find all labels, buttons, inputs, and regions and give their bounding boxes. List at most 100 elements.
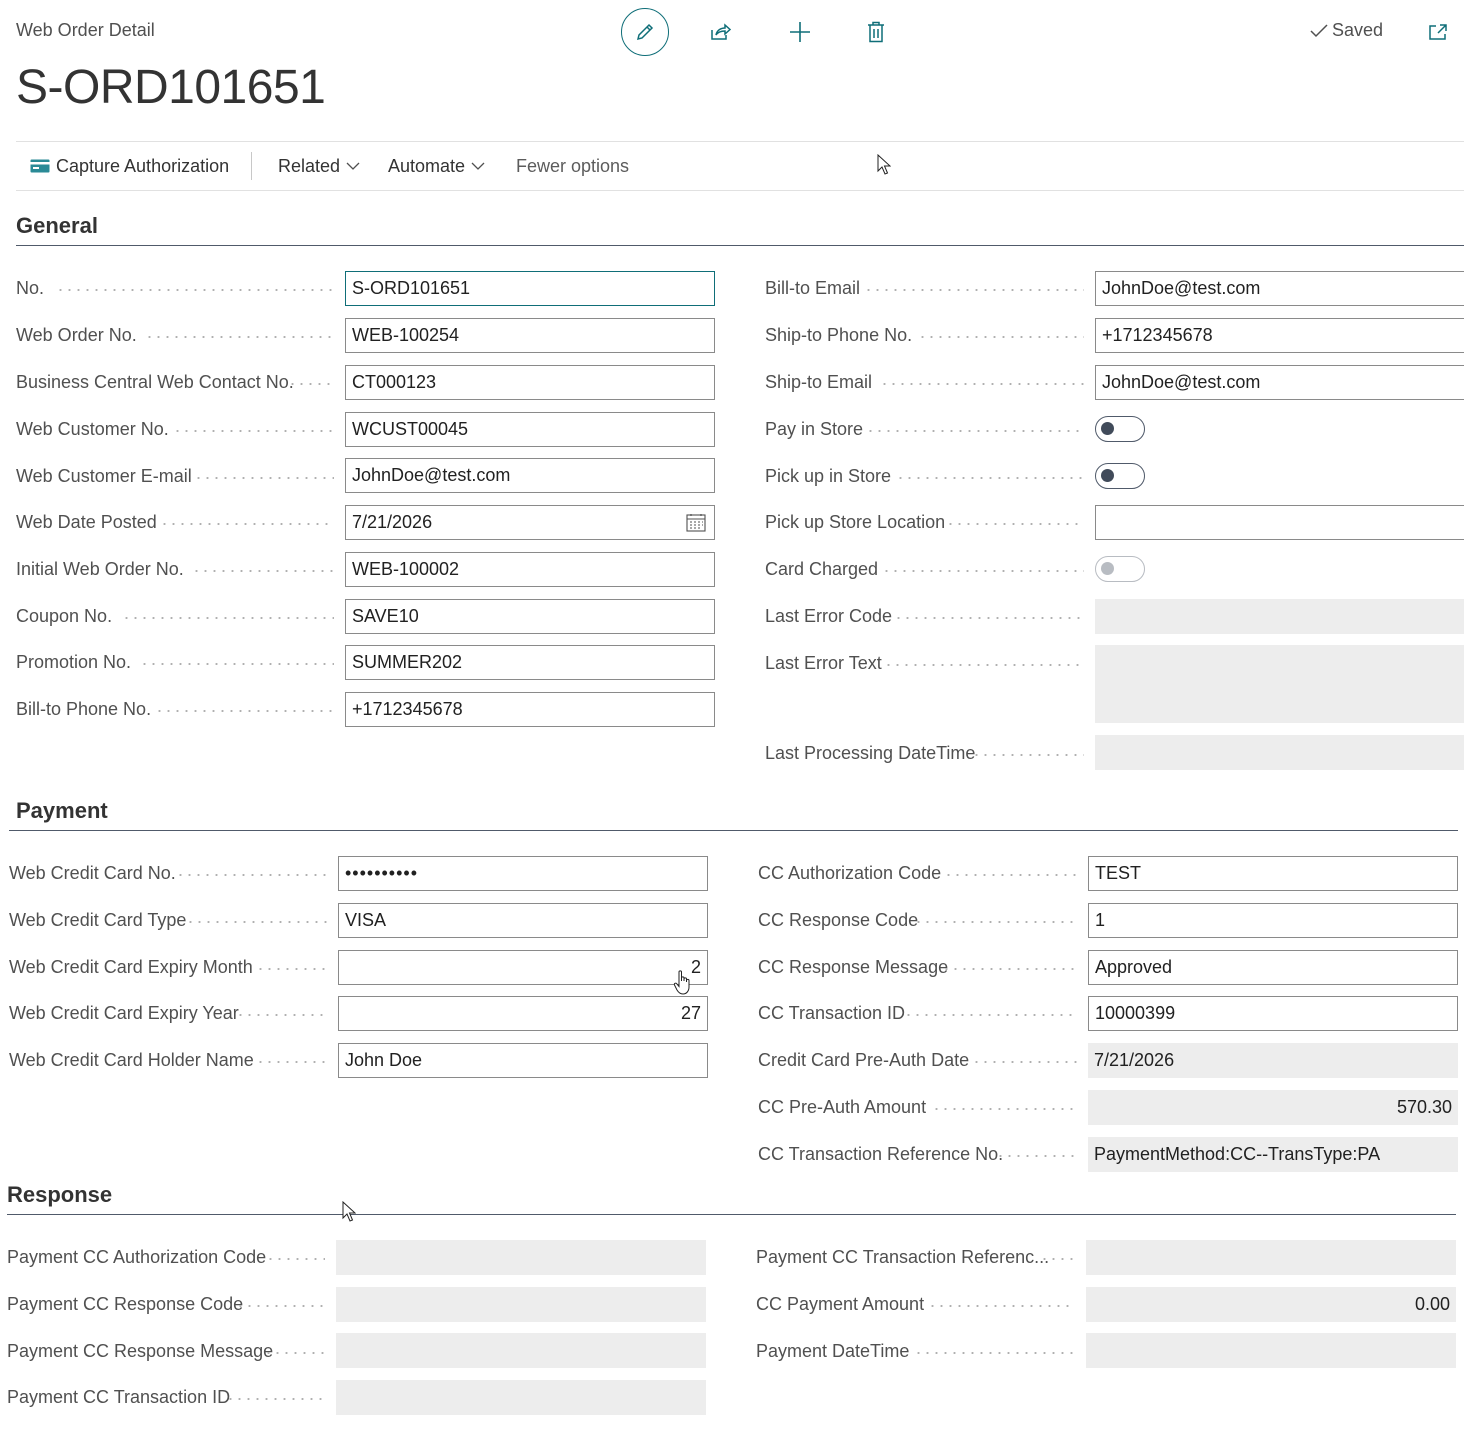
label-leader <box>173 430 334 432</box>
field-bc-web-contact-no[interactable]: CT000123 <box>345 365 715 400</box>
field-web-credit-card-type[interactable]: VISA <box>338 903 708 938</box>
field-initial-web-order-no[interactable]: WEB-100002 <box>345 552 715 587</box>
label-leader <box>256 1061 327 1063</box>
label-leader <box>972 754 1084 756</box>
field-web-credit-card-holder-name[interactable]: John Doe <box>338 1043 708 1078</box>
field-label-cc-payment-amount: CC Payment Amount <box>756 1294 925 1314</box>
field-payment-cc-response-message <box>336 1333 706 1368</box>
field-label-last-processing-datetime: Last Processing DateTime <box>765 743 976 763</box>
section-response-title[interactable]: Response <box>7 1182 112 1208</box>
field-bill-to-phone-no[interactable]: +1712345678 <box>345 692 715 727</box>
field-web-credit-card-expiry-month[interactable]: 2 <box>338 950 708 985</box>
label-leader <box>880 383 1084 385</box>
label-leader <box>942 968 1077 970</box>
section-general-title[interactable]: General <box>16 213 98 239</box>
record-title: S-ORD101651 <box>16 61 326 114</box>
field-cc-transaction-id[interactable]: 10000399 <box>1088 996 1458 1031</box>
section-payment-title[interactable]: Payment <box>16 798 108 824</box>
label-leader <box>894 617 1084 619</box>
field-ship-to-email[interactable]: JohnDoe@test.com <box>1095 365 1464 400</box>
field-label-payment-cc-transaction-id: Payment CC Transaction ID <box>7 1387 231 1407</box>
field-web-customer-no[interactable]: WCUST00045 <box>345 412 715 447</box>
automate-menu[interactable]: Automate <box>388 142 485 190</box>
field-payment-cc-transaction-id <box>336 1380 706 1415</box>
field-no[interactable]: S-ORD101651 <box>345 271 715 306</box>
field-label-web-credit-card-no: Web Credit Card No. <box>9 863 176 883</box>
hand-cursor-icon <box>673 970 690 995</box>
label-leader <box>236 1305 325 1307</box>
field-promotion-no[interactable]: SUMMER202 <box>345 645 715 680</box>
fewer-options-label: Fewer options <box>516 155 630 176</box>
plus-icon <box>790 22 810 42</box>
field-label-pick-up-store-location: Pick up Store Location <box>765 512 946 532</box>
field-label-web-order-no: Web Order No. <box>16 325 137 345</box>
label-leader <box>256 968 327 970</box>
action-bar: Capture Authorization Related Automate F… <box>16 141 1464 191</box>
field-coupon-no[interactable]: SAVE10 <box>345 599 715 634</box>
field-bill-to-email[interactable]: JohnDoe@test.com <box>1095 271 1464 306</box>
capture-authorization-button[interactable]: Capture Authorization <box>30 142 229 190</box>
chevron-down-icon <box>346 162 360 170</box>
checkmark-icon <box>1310 23 1328 37</box>
field-web-credit-card-expiry-year[interactable]: 27 <box>338 996 708 1031</box>
arrow-cursor-icon <box>342 1201 356 1222</box>
label-leader <box>896 477 1084 479</box>
field-label-payment-cc-transaction-reference: Payment CC Transaction Referenc... <box>756 1247 1050 1267</box>
field-cc-response-code[interactable]: 1 <box>1088 903 1458 938</box>
field-label-cc-pre-auth-amount: CC Pre-Auth Amount <box>758 1097 927 1117</box>
label-leader <box>866 430 1084 432</box>
calendar-icon[interactable] <box>686 513 706 532</box>
related-menu[interactable]: Related <box>278 142 360 190</box>
fewer-options-button[interactable]: Fewer options <box>516 142 629 190</box>
label-leader <box>56 289 334 291</box>
field-label-web-credit-card-expiry-year: Web Credit Card Expiry Year <box>9 1003 239 1023</box>
label-leader <box>122 617 334 619</box>
field-label-web-customer-email: Web Customer E-mail <box>16 466 192 486</box>
label-leader <box>882 570 1084 572</box>
field-cc-response-message[interactable]: Approved <box>1088 950 1458 985</box>
label-leader <box>932 1108 1077 1110</box>
field-label-payment-datetime: Payment DateTime <box>756 1341 910 1361</box>
label-leader <box>264 1352 325 1354</box>
label-leader <box>1040 1258 1075 1260</box>
field-pick-up-store-location[interactable] <box>1095 505 1464 540</box>
label-leader <box>914 921 1077 923</box>
label-leader <box>236 1014 327 1016</box>
field-label-payment-cc-authorization-code: Payment CC Authorization Code <box>7 1247 267 1267</box>
label-leader <box>928 1305 1075 1307</box>
field-label-pick-up-in-store: Pick up in Store <box>765 466 892 486</box>
capture-authorization-label: Capture Authorization <box>56 155 230 176</box>
saved-label: Saved <box>1332 20 1384 40</box>
toggle-pay-in-store[interactable] <box>1095 416 1145 442</box>
toggle-pick-up-in-store[interactable] <box>1095 463 1145 489</box>
share-icon <box>711 23 732 40</box>
field-label-cc-authorization-code: CC Authorization Code <box>758 863 942 883</box>
field-label-cc-response-code: CC Response Code <box>758 910 919 930</box>
field-web-customer-email[interactable]: JohnDoe@test.com <box>345 458 715 493</box>
field-label-last-error-code: Last Error Code <box>765 606 893 626</box>
label-leader <box>884 664 1084 666</box>
label-leader <box>996 1155 1077 1157</box>
label-leader <box>918 336 1084 338</box>
popout-button[interactable] <box>1414 8 1462 56</box>
field-cc-authorization-code[interactable]: TEST <box>1088 856 1458 891</box>
pencil-icon <box>636 23 654 41</box>
field-payment-datetime <box>1086 1333 1456 1368</box>
label-leader <box>226 1398 325 1400</box>
field-web-date-posted[interactable]: 7/21/2026 <box>345 505 715 540</box>
field-web-credit-card-no[interactable]: •••••••••• <box>338 856 708 891</box>
share-button[interactable] <box>697 8 745 56</box>
label-leader <box>914 1352 1075 1354</box>
label-leader <box>194 477 334 479</box>
field-last-error-text <box>1095 645 1464 723</box>
label-leader <box>972 1061 1077 1063</box>
edit-button[interactable] <box>621 8 669 56</box>
new-button[interactable] <box>776 8 824 56</box>
field-cc-payment-amount: 0.00 <box>1086 1287 1456 1322</box>
field-ship-to-phone-no[interactable]: +1712345678 <box>1095 318 1464 353</box>
field-cc-pre-auth-amount: 570.30 <box>1088 1090 1458 1125</box>
delete-button[interactable] <box>852 8 900 56</box>
field-web-order-no[interactable]: WEB-100254 <box>345 318 715 353</box>
field-label-web-date-posted: Web Date Posted <box>16 512 157 532</box>
toggle-knob <box>1101 422 1114 435</box>
